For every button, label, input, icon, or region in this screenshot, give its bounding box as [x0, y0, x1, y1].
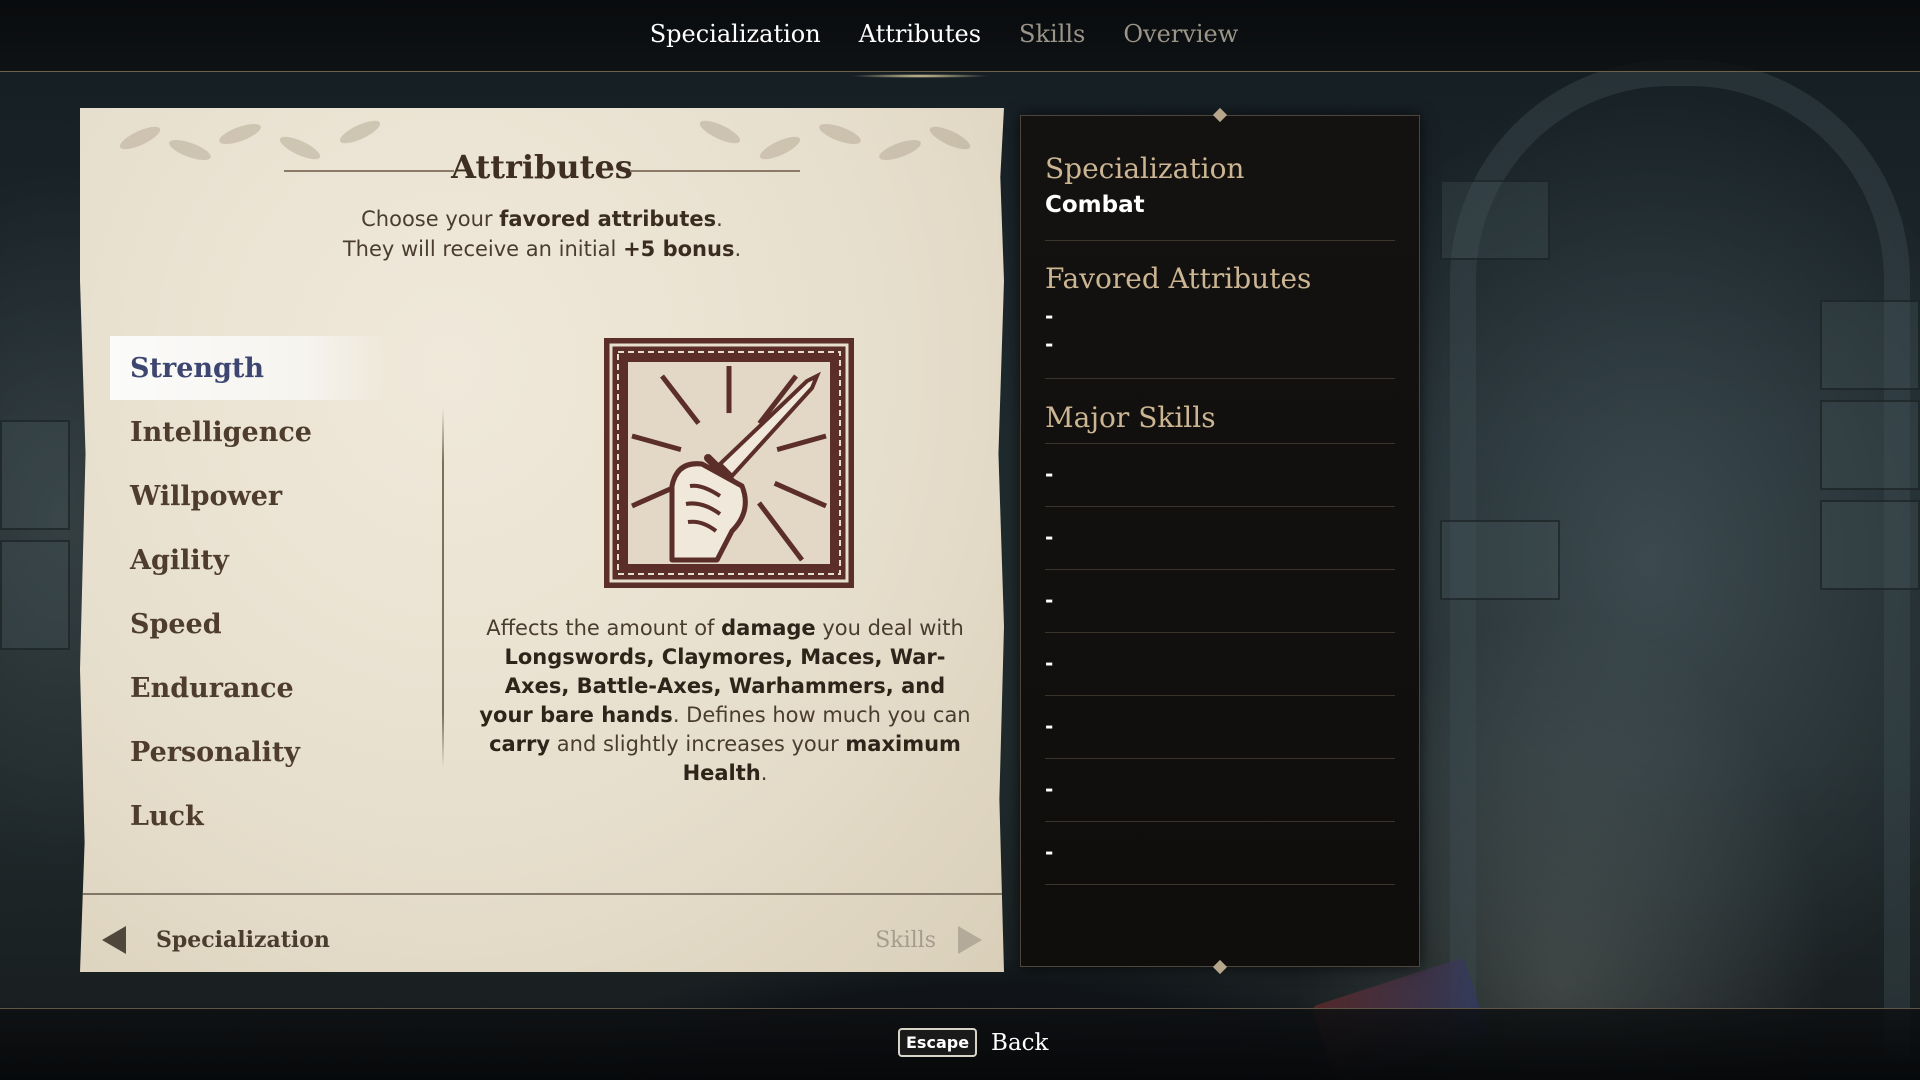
- top-tab-bar: Specialization Attributes Skills Overvie…: [0, 0, 1920, 78]
- attribute-strength[interactable]: Strength: [110, 336, 390, 400]
- attribute-willpower[interactable]: Willpower: [110, 464, 390, 528]
- footer-divider: [80, 893, 1004, 895]
- desc-part-bold: carry: [489, 732, 551, 756]
- desc-part-bold: damage: [721, 616, 816, 640]
- subtitle-text: They will receive an initial: [342, 237, 624, 261]
- specialization-heading: Specialization: [1045, 152, 1245, 185]
- back-button[interactable]: Escape Back: [898, 1028, 1048, 1057]
- major-skill-slot-7: -: [1045, 840, 1054, 864]
- subtitle-text: .: [734, 237, 742, 261]
- subtitle-line-1: Choose your favored attributes.: [80, 204, 1004, 234]
- summary-divider: [1045, 758, 1395, 759]
- background-stone: [0, 420, 70, 530]
- desc-part: and slightly increases your: [550, 732, 846, 756]
- summary-divider: [1045, 632, 1395, 633]
- summary-divider: [1045, 569, 1395, 570]
- desc-part: .: [760, 761, 768, 785]
- attribute-luck[interactable]: Luck: [110, 784, 390, 848]
- background-stone: [1820, 400, 1920, 490]
- panel-title-wrap: Attributes: [80, 148, 1004, 186]
- background-stone: [1440, 180, 1550, 260]
- summary-divider: [1045, 821, 1395, 822]
- attribute-personality[interactable]: Personality: [110, 720, 390, 784]
- desc-part: you deal with: [815, 616, 964, 640]
- next-step-button[interactable]: Skills: [875, 926, 982, 954]
- major-skill-slot-4: -: [1045, 651, 1054, 675]
- major-skills-heading: Major Skills: [1045, 401, 1216, 434]
- specialization-value: Combat: [1045, 192, 1145, 218]
- major-skill-slot-5: -: [1045, 714, 1054, 738]
- major-skill-slot-6: -: [1045, 777, 1054, 801]
- attribute-agility[interactable]: Agility: [110, 528, 390, 592]
- desc-part: Affects the amount of: [486, 616, 722, 640]
- summary-divider: [1045, 378, 1395, 379]
- major-skill-slot-1: -: [1045, 462, 1054, 486]
- major-skill-slot-2: -: [1045, 525, 1054, 549]
- title-flourish-right: [630, 170, 800, 172]
- panel-subtitle: Choose your favored attributes. They wil…: [80, 204, 1004, 264]
- attribute-list: Strength Intelligence Willpower Agility …: [110, 336, 390, 848]
- attribute-intelligence[interactable]: Intelligence: [110, 400, 390, 464]
- subtitle-bold: +5 bonus: [623, 237, 735, 261]
- attribute-speed[interactable]: Speed: [110, 592, 390, 656]
- summary-divider: [1045, 443, 1395, 444]
- previous-step-label: Specialization: [156, 927, 330, 953]
- favored-attributes-heading: Favored Attributes: [1045, 262, 1312, 295]
- summary-divider: [1045, 240, 1395, 241]
- summary-divider: [1045, 884, 1395, 885]
- summary-divider: [1045, 695, 1395, 696]
- title-flourish-left: [284, 170, 454, 172]
- tab-list: Specialization Attributes Skills Overvie…: [0, 20, 1904, 78]
- escape-key-hint: Escape: [898, 1028, 978, 1057]
- subtitle-text: .: [716, 207, 723, 231]
- summary-divider: [1045, 506, 1395, 507]
- summary-panel: Specialization Combat Favored Attributes…: [1020, 107, 1420, 975]
- major-skill-slot-3: -: [1045, 588, 1054, 612]
- desc-part: . Defines how much you can: [672, 703, 971, 727]
- tab-overview[interactable]: Overview: [1123, 20, 1238, 48]
- tab-specialization[interactable]: Specialization: [650, 20, 821, 48]
- arrow-left-icon: [102, 926, 126, 954]
- favored-attribute-slot-1: -: [1045, 304, 1054, 328]
- previous-step-button[interactable]: Specialization: [102, 926, 330, 954]
- attribute-endurance[interactable]: Endurance: [110, 656, 390, 720]
- arrow-right-icon: [958, 926, 982, 954]
- background-stone: [1820, 300, 1920, 390]
- next-step-label: Skills: [875, 927, 936, 953]
- diamond-ornament-top: [1212, 107, 1228, 123]
- back-label: Back: [991, 1029, 1049, 1056]
- background-stone: [0, 540, 70, 650]
- fist-sword-icon: [604, 338, 854, 588]
- subtitle-bold: favored attributes: [499, 207, 717, 231]
- tab-attributes[interactable]: Attributes: [848, 20, 992, 78]
- attribute-description: Affects the amount of damage you deal wi…: [475, 614, 975, 788]
- bottom-bar: Escape Back: [0, 1008, 1920, 1080]
- attributes-panel: Attributes Choose your favored attribute…: [80, 108, 1004, 972]
- vertical-divider: [442, 408, 444, 768]
- favored-attribute-slot-2: -: [1045, 332, 1054, 356]
- subtitle-text: Choose your: [361, 207, 500, 231]
- background-stone: [1440, 520, 1560, 600]
- background-stone: [1820, 500, 1920, 590]
- panel-title: Attributes: [451, 148, 633, 186]
- subtitle-line-2: They will receive an initial +5 bonus.: [80, 234, 1004, 264]
- tab-skills[interactable]: Skills: [1019, 20, 1085, 48]
